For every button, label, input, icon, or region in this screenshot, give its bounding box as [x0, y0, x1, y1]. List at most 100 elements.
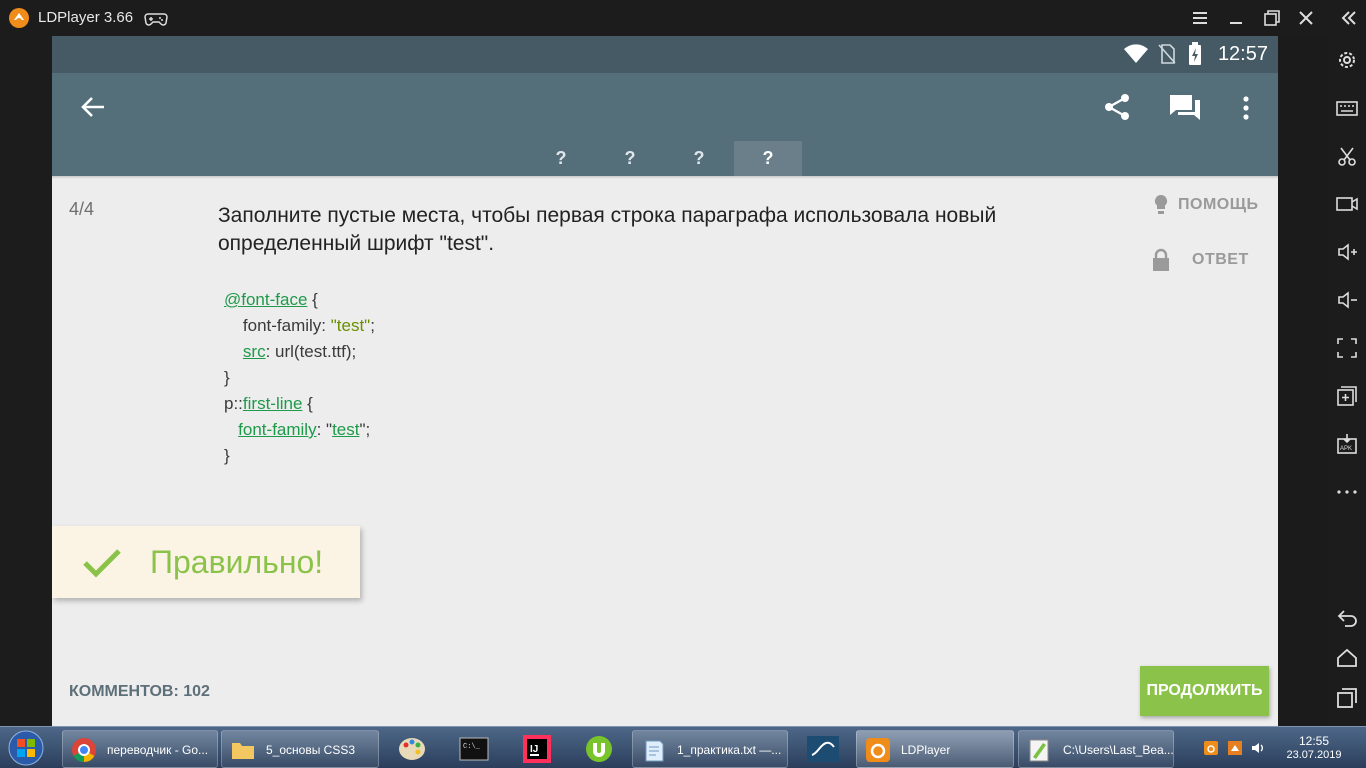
comments-count[interactable]: КОММЕНТОВ: 102 — [69, 683, 210, 701]
svg-text:C:\_: C:\_ — [463, 743, 481, 751]
add-window-icon[interactable] — [1336, 385, 1358, 407]
taskbar-item-label: 1_практика.txt —... — [677, 743, 782, 757]
overflow-menu-icon[interactable] — [1240, 95, 1252, 121]
lightbulb-icon — [1154, 194, 1168, 214]
scissors-icon[interactable] — [1336, 145, 1358, 167]
mysql-workbench-icon — [807, 736, 839, 762]
tray-volume-icon[interactable] — [1250, 740, 1266, 756]
fullscreen-icon[interactable] — [1336, 337, 1358, 359]
windows-start-icon[interactable] — [6, 729, 46, 767]
more-options-icon[interactable] — [1336, 481, 1358, 503]
volume-up-icon[interactable] — [1336, 241, 1358, 263]
folder-icon — [232, 743, 254, 759]
chrome-icon — [72, 738, 96, 762]
taskbar-item-notepadpp[interactable]: C:\Users\Last_Bea... — [1018, 730, 1174, 768]
utorrent-icon — [586, 736, 612, 762]
taskbar-item-label: C:\Users\Last_Bea... — [1063, 743, 1174, 757]
taskbar-item-notepad[interactable]: 1_практика.txt —... — [632, 730, 788, 768]
code-line-6: font-family: "test"; — [224, 420, 370, 440]
code-line-1: @font-face { — [224, 290, 318, 310]
code-text: ; — [370, 316, 375, 335]
taskbar-item-label: LDPlayer — [901, 743, 951, 757]
keyboard-icon[interactable] — [1336, 97, 1358, 119]
help-button[interactable]: ПОМОЩЬ — [1150, 191, 1260, 221]
home-icon[interactable] — [1336, 647, 1358, 669]
gamepad-icon[interactable] — [144, 9, 168, 27]
app-toolbar — [52, 73, 1278, 141]
apk-install-icon[interactable]: APK — [1336, 433, 1358, 455]
taskbar-paint[interactable] — [386, 730, 438, 768]
code-text: : " — [316, 420, 333, 439]
record-video-icon[interactable] — [1336, 193, 1358, 215]
code-line-2: font-family: "test"; — [224, 316, 375, 336]
code-text: p:: — [224, 394, 243, 413]
clock-date: 23.07.2019 — [1286, 749, 1342, 761]
android-status-bar: 12:57 — [52, 36, 1278, 73]
notepad-icon — [645, 740, 664, 762]
clock-time: 12:55 — [1298, 734, 1330, 748]
tray-app-icon[interactable] — [1228, 741, 1242, 755]
command-prompt-icon: C:\_ — [459, 737, 489, 761]
question-tabs: ? ? ? ? — [52, 141, 1278, 176]
status-time: 12:57 — [1217, 43, 1268, 65]
intellij-icon: IJ — [523, 735, 551, 763]
recent-apps-icon[interactable] — [1336, 687, 1358, 709]
tray-ldplayer-icon[interactable] — [1204, 741, 1218, 755]
left-gutter — [0, 36, 52, 726]
code-token-src: src — [242, 342, 266, 361]
code-text: { — [302, 394, 313, 413]
taskbar-item-chrome[interactable]: переводчик - Go... — [62, 730, 218, 768]
taskbar-utorrent[interactable] — [574, 730, 626, 768]
code-line-3: src: url(test.ttf); — [224, 342, 356, 362]
svg-text:APK: APK — [1340, 446, 1352, 452]
ldplayer-logo-icon — [9, 8, 29, 28]
notepad-plus-plus-icon — [1029, 739, 1049, 762]
tab-question-3[interactable]: ? — [665, 141, 733, 176]
emulator-title-bar: LDPlayer 3.66 — [0, 0, 1366, 36]
code-token-font-face: @font-face — [224, 290, 308, 309]
question-counter: 4/4 — [69, 199, 95, 219]
result-label: Правильно! — [150, 544, 324, 580]
taskbar-item-label: 5_основы CSS3 — [266, 743, 356, 757]
taskbar-cmd[interactable]: C:\_ — [448, 730, 500, 768]
wifi-icon — [1124, 44, 1148, 63]
help-label: ПОМОЩЬ — [1178, 196, 1259, 213]
close-icon[interactable] — [1294, 6, 1318, 30]
result-correct-banner: Правильно! — [52, 526, 360, 598]
taskbar-item-label: переводчик - Go... — [107, 743, 209, 757]
code-token-font-family: font-family — [238, 420, 317, 439]
code-line-7: } — [224, 446, 230, 465]
taskbar-intellij[interactable]: IJ — [512, 730, 564, 768]
taskbar-item-folder[interactable]: 5_основы CSS3 — [221, 730, 379, 768]
share-icon[interactable] — [1102, 92, 1132, 122]
comments-icon[interactable] — [1168, 93, 1202, 123]
volume-down-icon[interactable] — [1336, 289, 1358, 311]
continue-button[interactable]: ПРОДОЛЖИТЬ — [1140, 666, 1269, 716]
code-string-test: test — [332, 420, 360, 439]
tab-question-2[interactable]: ? — [596, 141, 664, 176]
back-icon[interactable] — [1336, 607, 1358, 629]
answer-button[interactable]: ОТВЕТ — [1150, 246, 1260, 276]
code-text: : url(test.ttf); — [265, 342, 357, 361]
taskbar-item-ldplayer[interactable]: LDPlayer — [856, 730, 1014, 768]
back-arrow-icon[interactable] — [80, 95, 106, 119]
restore-icon[interactable] — [1260, 6, 1284, 30]
answer-label: ОТВЕТ — [1192, 251, 1249, 268]
tabs-shadow — [52, 176, 1278, 179]
minimize-icon[interactable] — [1224, 6, 1248, 30]
code-text: font-family: — [224, 316, 331, 335]
emulator-sidebar: APK — [1328, 36, 1366, 726]
code-string: "test" — [330, 316, 371, 335]
battery-charging-icon — [1189, 42, 1201, 65]
code-text: { — [307, 290, 318, 309]
settings-gear-icon[interactable] — [1336, 49, 1358, 71]
taskbar-mysql[interactable] — [798, 730, 850, 768]
paint-palette-icon — [399, 738, 425, 760]
menu-icon[interactable] — [1188, 6, 1212, 30]
collapse-sidebar-icon[interactable] — [1336, 6, 1360, 30]
lock-icon — [1153, 248, 1169, 271]
tab-question-1[interactable]: ? — [527, 141, 595, 176]
taskbar-clock[interactable]: 12:55 23.07.2019 — [1284, 734, 1344, 762]
tab-question-4[interactable]: ? — [734, 141, 802, 176]
